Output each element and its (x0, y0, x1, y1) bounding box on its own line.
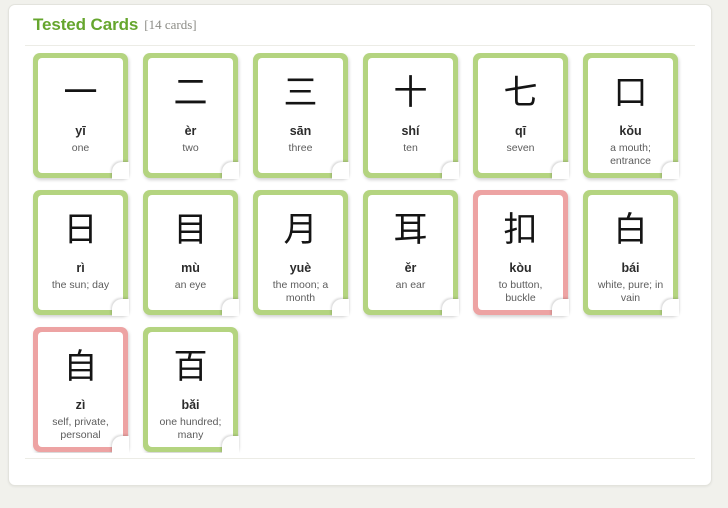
character-glyph: 扣 (503, 210, 538, 250)
pinyin-label: kòu (509, 261, 532, 275)
folded-corner-icon (662, 162, 679, 179)
character-glyph: 一 (63, 73, 98, 113)
flashcard-inner: 月 yuè the moon; a month (258, 195, 343, 310)
panel-header: Tested Cards [14 cards] (9, 5, 711, 45)
flashcard[interactable]: 一 yī one (33, 53, 129, 179)
folded-corner-icon (222, 436, 239, 453)
flashcard[interactable]: 目 mù an eye (143, 190, 239, 316)
flashcard-inner: 十 shí ten (368, 58, 453, 173)
pinyin-label: bǎi (181, 398, 200, 412)
folded-corner-icon (332, 162, 349, 179)
pinyin-label: èr (184, 124, 197, 138)
flashcard[interactable]: 耳 ěr an ear (363, 190, 459, 316)
flashcard-inner: 目 mù an eye (148, 195, 233, 310)
flashcard[interactable]: 扣 kòu to button, buckle (473, 190, 569, 316)
card-row: 日 rì the sun; day 目 mù an eye 月 yuè the moon; a … (25, 190, 701, 316)
flashcard-inner: 二 èr two (148, 58, 233, 173)
folded-corner-icon (552, 162, 569, 179)
footer-divider (25, 458, 695, 459)
cards-grid: 一 yī one 二 èr two 三 sān three 十 shí ten 七 qī seven 口 kǒu… (25, 53, 701, 453)
definition-label: three (288, 141, 313, 154)
definition-label: seven (506, 141, 535, 154)
pinyin-label: bái (621, 261, 640, 275)
flashcard-inner: 百 bǎi one hundred; many (148, 332, 233, 447)
flashcard-inner: 日 rì the sun; day (38, 195, 123, 310)
folded-corner-icon (112, 299, 129, 316)
flashcard-inner: 三 sān three (258, 58, 343, 173)
flashcard[interactable]: 自 zì self, private, personal (33, 327, 129, 453)
pinyin-label: yī (75, 124, 86, 138)
definition-label: the sun; day (51, 278, 110, 291)
flashcard-inner: 七 qī seven (478, 58, 563, 173)
definition-label: an ear (395, 278, 426, 291)
definition-label: an eye (174, 278, 207, 291)
definition-label: to button, buckle (498, 278, 543, 304)
flashcard[interactable]: 白 bái white, pure; in vain (583, 190, 679, 316)
folded-corner-icon (442, 162, 459, 179)
flashcard-inner: 白 bái white, pure; in vain (588, 195, 673, 310)
folded-corner-icon (552, 299, 569, 316)
definition-label: ten (403, 141, 418, 154)
character-glyph: 自 (63, 347, 98, 387)
definition-label: one (71, 141, 90, 154)
flashcard[interactable]: 十 shí ten (363, 53, 459, 179)
folded-corner-icon (662, 299, 679, 316)
character-glyph: 白 (613, 210, 648, 250)
flashcard[interactable]: 百 bǎi one hundred; many (143, 327, 239, 453)
flashcard[interactable]: 口 kǒu a mouth; entrance (583, 53, 679, 179)
flashcard[interactable]: 三 sān three (253, 53, 349, 179)
flashcard[interactable]: 日 rì the sun; day (33, 190, 129, 316)
pinyin-label: yuè (289, 261, 312, 275)
flashcard[interactable]: 七 qī seven (473, 53, 569, 179)
flashcard-inner: 耳 ěr an ear (368, 195, 453, 310)
folded-corner-icon (222, 299, 239, 316)
folded-corner-icon (442, 299, 459, 316)
card-count-label: [14 cards] (144, 17, 197, 32)
folded-corner-icon (112, 436, 129, 453)
definition-label: white, pure; in vain (597, 278, 664, 304)
flashcard-inner: 口 kǒu a mouth; entrance (588, 58, 673, 173)
character-glyph: 日 (63, 210, 98, 250)
card-row: 一 yī one 二 èr two 三 sān three 十 shí ten 七 qī seven 口 kǒu… (25, 53, 701, 179)
pinyin-label: shí (401, 124, 420, 138)
character-glyph: 二 (173, 73, 208, 113)
card-row: 自 zì self, private, personal 百 bǎi one hundre… (25, 327, 701, 453)
tested-cards-panel: Tested Cards [14 cards] 一 yī one 二 èr two 三 sān… (8, 4, 712, 486)
flashcard-inner: 一 yī one (38, 58, 123, 173)
pinyin-label: rì (76, 261, 85, 275)
character-glyph: 月 (283, 210, 318, 250)
pinyin-label: zì (75, 398, 86, 412)
character-glyph: 口 (613, 73, 648, 113)
flashcard[interactable]: 月 yuè the moon; a month (253, 190, 349, 316)
definition-label: self, private, personal (52, 415, 109, 441)
character-glyph: 耳 (393, 210, 428, 250)
character-glyph: 七 (503, 73, 538, 113)
character-glyph: 百 (173, 347, 208, 387)
character-glyph: 三 (283, 73, 318, 113)
definition-label: a mouth; entrance (610, 141, 651, 167)
pinyin-label: ěr (404, 261, 417, 275)
pinyin-label: mù (181, 261, 200, 275)
definition-label: two (182, 141, 199, 154)
character-glyph: 目 (173, 210, 208, 250)
page-title: Tested Cards (33, 15, 139, 34)
character-glyph: 十 (393, 73, 428, 113)
pinyin-label: qī (514, 124, 527, 138)
flashcard[interactable]: 二 èr two (143, 53, 239, 179)
pinyin-label: sān (289, 124, 312, 138)
pinyin-label: kǒu (619, 124, 642, 138)
folded-corner-icon (332, 299, 349, 316)
folded-corner-icon (222, 162, 239, 179)
flashcard-inner: 扣 kòu to button, buckle (478, 195, 563, 310)
definition-label: the moon; a month (272, 278, 329, 304)
flashcard-inner: 自 zì self, private, personal (38, 332, 123, 447)
header-divider (25, 45, 695, 46)
definition-label: one hundred; many (159, 415, 222, 441)
folded-corner-icon (112, 162, 129, 179)
